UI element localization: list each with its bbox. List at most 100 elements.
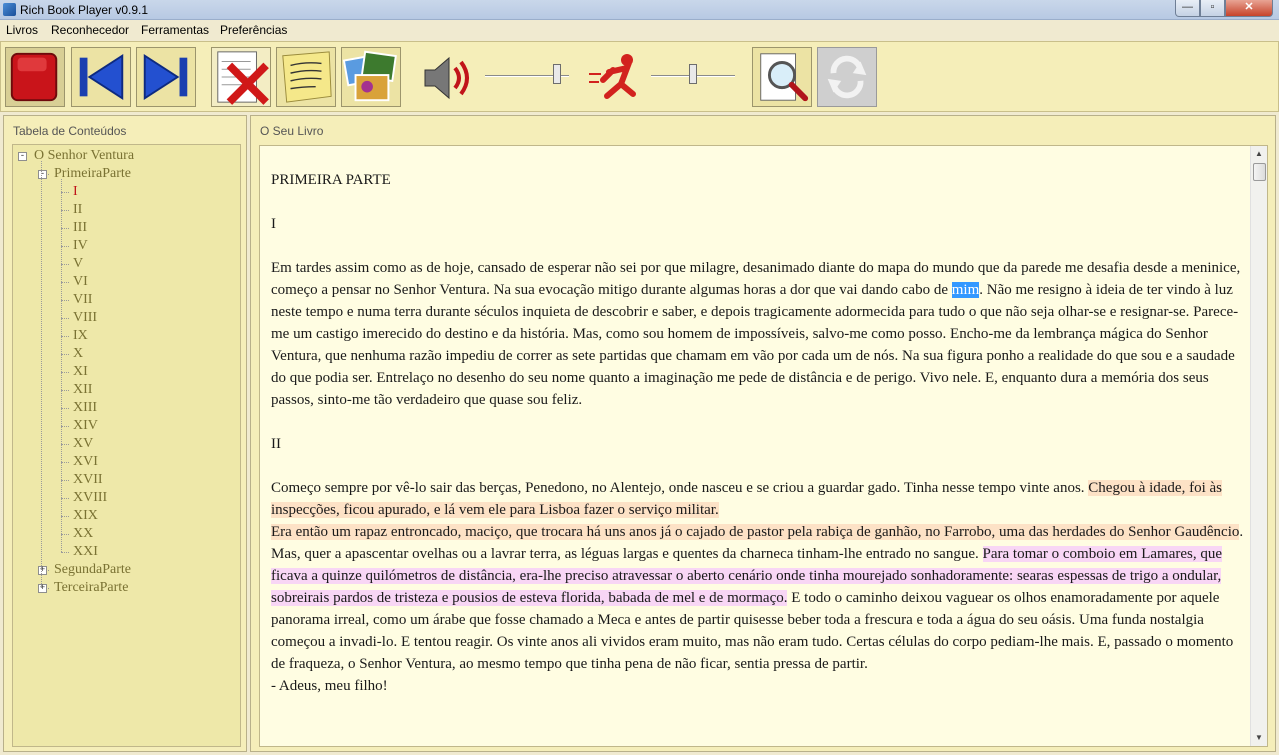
tree-connector [61, 534, 69, 535]
tree-node-chapter[interactable]: IV [73, 237, 88, 255]
tree-connector [61, 210, 69, 211]
tree-connector [61, 516, 69, 517]
expand-icon[interactable]: + [38, 584, 47, 593]
app-icon [3, 3, 16, 16]
tree-connector [61, 480, 69, 481]
minimize-button[interactable]: — [1175, 0, 1200, 17]
menu-ferramentas[interactable]: Ferramentas [141, 23, 209, 37]
tree-node-chapter[interactable]: V [73, 255, 83, 273]
stop-button[interactable] [5, 47, 65, 107]
tree-node-chapter[interactable]: XIX [73, 507, 98, 525]
volume-slider[interactable] [485, 64, 569, 84]
tree-node-chapter-label: XIII [73, 400, 98, 415]
scroll-up-arrow-icon[interactable]: ▲ [1251, 146, 1267, 162]
tree-connector [61, 408, 69, 409]
tree-node-chapter-label: I [73, 184, 78, 199]
tree-node-chapter[interactable]: XVI [73, 453, 98, 471]
volume-icon [419, 50, 479, 106]
tree-node-chapter-label: XVIII [73, 490, 108, 505]
tree-node-chapter-label: XV [73, 436, 94, 451]
tree-connector [61, 179, 62, 552]
tree-node-chapter-label: VII [73, 292, 93, 307]
tree-node-part-label: TerceiraParte [54, 580, 129, 595]
search-button[interactable] [752, 47, 812, 107]
close-button[interactable]: ✕ [1225, 0, 1273, 17]
tree-connector [61, 498, 69, 499]
tree-node-chapter[interactable]: XXI [73, 543, 98, 561]
collapse-icon[interactable]: - [38, 170, 47, 179]
menu-bar: Livros Reconhecedor Ferramentas Preferên… [0, 20, 1279, 41]
volume-slider-thumb[interactable] [553, 64, 561, 84]
vertical-scrollbar[interactable]: ▲ ▼ [1250, 146, 1267, 746]
window-title: Rich Book Player v0.9.1 [20, 3, 149, 17]
tree-node-chapter[interactable]: XVII [73, 471, 103, 489]
paragraph: Começo sempre por vê-lo sair das berças,… [271, 477, 1246, 521]
tree-node-part[interactable]: PrimeiraParte [54, 165, 131, 183]
tree-node-chapter[interactable]: XVIII [73, 489, 107, 507]
speed-slider[interactable] [651, 64, 735, 84]
book-text-area[interactable]: PRIMEIRA PARTE I Em tardes assim como as… [259, 145, 1268, 747]
tree-connector [61, 390, 69, 391]
tree-node-chapter[interactable]: VIII [73, 309, 97, 327]
tree-node-chapter-label: IV [73, 238, 88, 253]
tree-node-chapter-label: V [73, 256, 84, 271]
tree-connector [61, 264, 69, 265]
toc-tree[interactable]: O Senhor Ventura - PrimeiraParte - I II III IV V… [12, 144, 241, 747]
collapse-icon[interactable]: - [18, 152, 27, 161]
refresh-button[interactable] [817, 47, 877, 107]
tree-node-chapter[interactable]: XI [73, 363, 88, 381]
tree-node-chapter[interactable]: VII [73, 291, 92, 309]
tree-node-chapter[interactable]: X [73, 345, 83, 363]
tree-node-chapter[interactable]: IX [73, 327, 88, 345]
tree-node-chapter-label: IX [73, 328, 88, 343]
highlight-peach: Era então um rapaz entroncado, maciço, q… [271, 524, 1240, 540]
chapter-heading: I [271, 216, 276, 232]
tree-node-book-label: O Senhor Ventura [34, 148, 135, 163]
tree-node-book[interactable]: O Senhor Ventura [34, 147, 134, 165]
menu-reconhecedor[interactable]: Reconhecedor [51, 23, 129, 37]
tree-node-chapter[interactable]: XIV [73, 417, 98, 435]
part-heading: PRIMEIRA PARTE [271, 172, 391, 188]
tree-connector [61, 462, 69, 463]
text-span: . Não me resigno à ideia de ter vindo à … [271, 282, 1239, 408]
text-span: Começo sempre por vê-lo sair das berças,… [271, 480, 1089, 496]
previous-button[interactable] [71, 47, 131, 107]
stop-icon [10, 52, 58, 102]
images-button[interactable] [341, 47, 401, 107]
tree-connector [61, 282, 69, 283]
chapter-heading: II [271, 436, 281, 452]
tree-node-chapter[interactable]: VI [73, 273, 88, 291]
search-document-icon [760, 53, 809, 102]
next-button[interactable] [136, 47, 196, 107]
tree-node-chapter[interactable]: II [73, 201, 82, 219]
tree-connector [61, 192, 69, 193]
delete-bookmark-button[interactable] [211, 47, 271, 107]
book-content: PRIMEIRA PARTE I Em tardes assim como as… [271, 169, 1246, 697]
maximize-button[interactable]: ▫ [1200, 0, 1225, 17]
toolbar [0, 41, 1279, 112]
tree-node-chapter-label: XVI [73, 454, 98, 469]
note-button[interactable] [276, 47, 336, 107]
tree-connector [61, 246, 69, 247]
book-panel: O Seu Livro PRIMEIRA PARTE I Em tardes a… [250, 115, 1276, 752]
tree-node-part[interactable]: TerceiraParte [54, 579, 128, 597]
paragraph: Era então um rapaz entroncado, maciço, q… [271, 521, 1246, 675]
menu-preferencias[interactable]: Preferências [220, 23, 287, 37]
tree-node-part[interactable]: SegundaParte [54, 561, 131, 579]
speed-slider-thumb[interactable] [689, 64, 697, 84]
paragraph: Em tardes assim como as de hoje, cansado… [271, 257, 1246, 411]
tree-node-chapter[interactable]: I [73, 183, 78, 201]
tree-connector [61, 426, 69, 427]
tree-node-chapter[interactable]: XV [73, 435, 93, 453]
refresh-icon [827, 55, 867, 99]
tree-node-chapter-label: XXI [73, 544, 98, 559]
scroll-down-arrow-icon[interactable]: ▼ [1251, 730, 1267, 746]
tree-node-chapter[interactable]: XIII [73, 399, 97, 417]
tree-node-chapter[interactable]: XX [73, 525, 93, 543]
expand-icon[interactable]: + [38, 566, 47, 575]
scrollbar-thumb[interactable] [1253, 163, 1266, 181]
paragraph: - Adeus, meu filho! [271, 678, 388, 694]
tree-node-chapter[interactable]: III [73, 219, 87, 237]
tree-node-chapter[interactable]: XII [73, 381, 92, 399]
menu-livros[interactable]: Livros [6, 23, 38, 37]
